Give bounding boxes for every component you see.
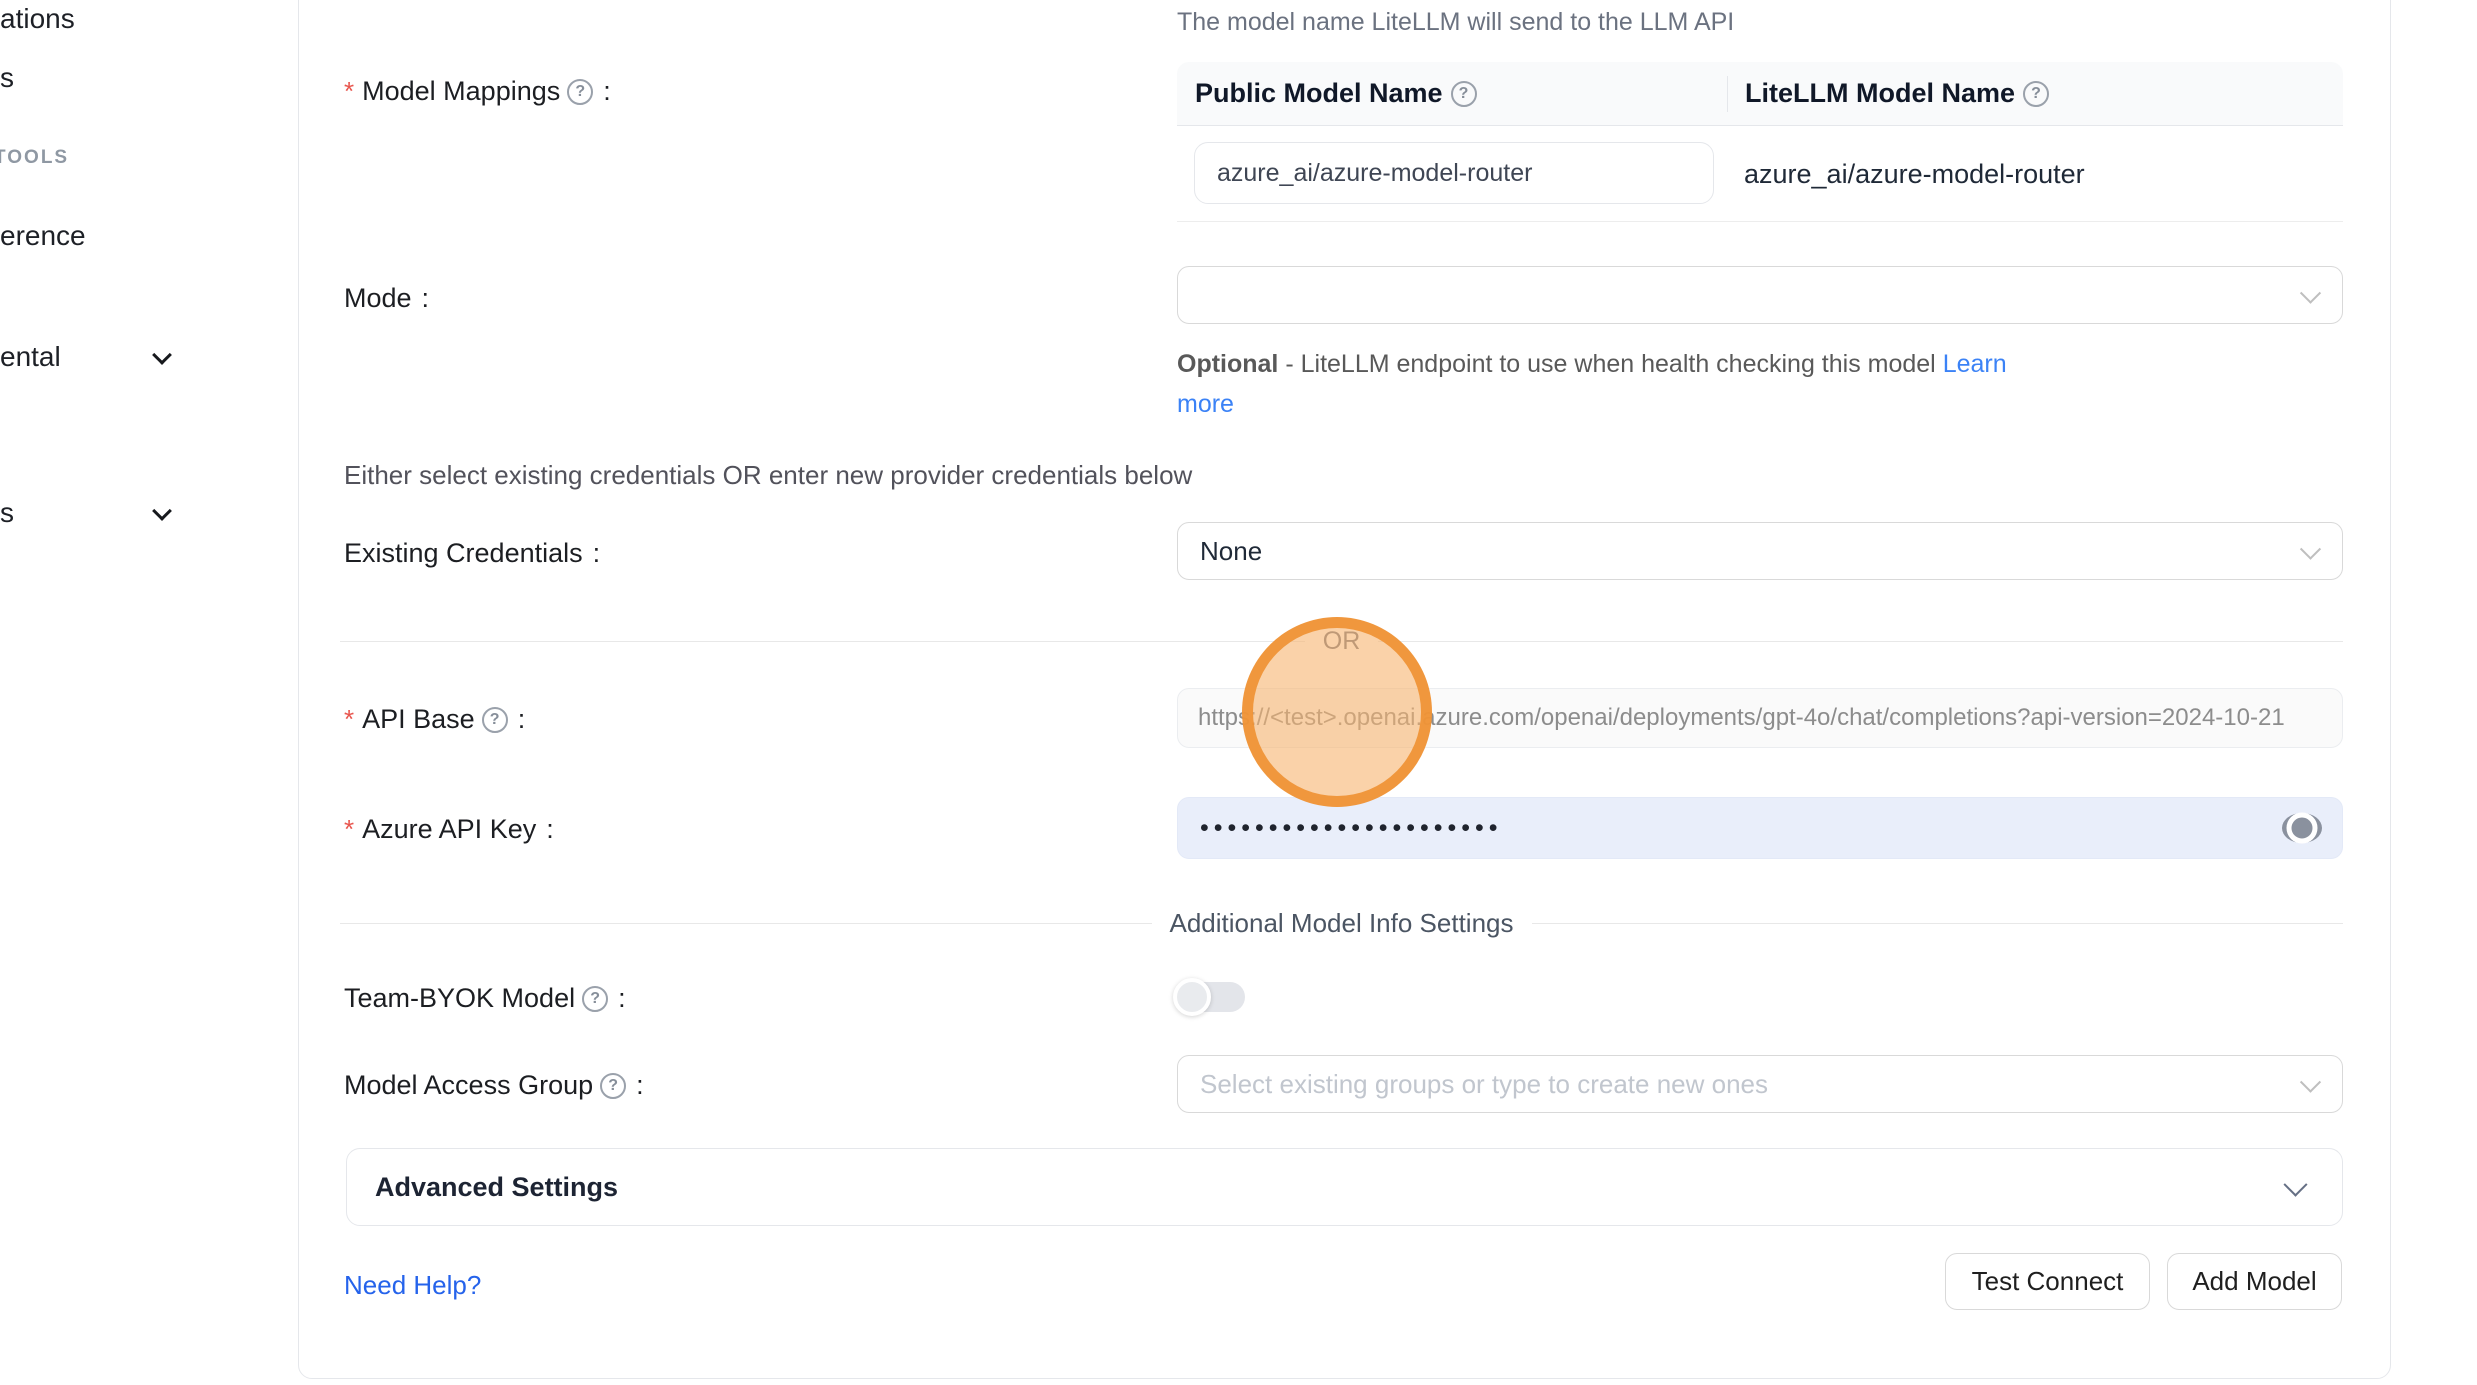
chevron-down-icon (2300, 283, 2321, 304)
divider-line (1532, 923, 2344, 924)
table-header-row: Public Model Name ? LiteLLM Model Name ? (1177, 62, 2343, 126)
help-circle-icon[interactable]: ? (2023, 81, 2049, 107)
toggle-knob (1173, 978, 1211, 1016)
api-base-input[interactable]: https://<test>.openai.azure.com/openai/d… (1177, 688, 2343, 748)
model-mappings-table: Public Model Name ? LiteLLM Model Name ?… (1177, 62, 2343, 222)
test-connect-button[interactable]: Test Connect (1945, 1253, 2150, 1310)
sidebar-item-truncated-erence[interactable]: erence (0, 220, 86, 252)
help-circle-icon[interactable]: ? (567, 79, 593, 105)
header-divider (1727, 76, 1728, 112)
advanced-settings-title: Advanced Settings (375, 1172, 2287, 1203)
required-asterisk: * (344, 704, 354, 735)
chevron-down-icon (2300, 1072, 2321, 1093)
divider-line (1378, 641, 2343, 642)
help-circle-icon[interactable]: ? (482, 707, 508, 733)
sidebar-item-truncated-ations[interactable]: ations (0, 3, 75, 35)
public-model-name-input[interactable] (1194, 142, 1714, 204)
divider-line (340, 923, 1152, 924)
litellm-model-name-value: azure_ai/azure-model-router (1744, 126, 2085, 222)
or-divider-text: OR (1305, 627, 1379, 656)
model-mappings-label: * Model Mappings ? : (344, 76, 611, 107)
existing-credentials-value: None (1200, 536, 1262, 567)
table-row: azure_ai/azure-model-router (1177, 126, 2343, 222)
chevron-down-icon (2300, 539, 2321, 560)
advanced-settings-panel[interactable]: Advanced Settings (346, 1148, 2343, 1226)
existing-credentials-label: Existing Credentials: (344, 538, 600, 569)
model-access-group-select[interactable]: Select existing groups or type to create… (1177, 1055, 2343, 1113)
mode-helper-text: Optional - LiteLLM endpoint to use when … (1177, 344, 2047, 424)
help-circle-icon[interactable]: ? (600, 1073, 626, 1099)
or-divider: OR (340, 627, 2343, 656)
sidebar-item-truncated-ental[interactable]: ental (0, 341, 61, 373)
required-asterisk: * (344, 76, 354, 107)
team-byok-toggle[interactable] (1177, 982, 1245, 1012)
azure-api-key-input[interactable]: •••••••••••••••••••••• (1177, 797, 2343, 859)
azure-api-key-label: * Azure API Key : (344, 814, 554, 845)
column-header-public-model-name: Public Model Name ? (1177, 62, 1727, 125)
masked-key-value: •••••••••••••••••••••• (1200, 814, 1503, 843)
model-access-group-label: Model Access Group ? : (344, 1070, 644, 1101)
eye-icon[interactable] (2282, 813, 2322, 843)
need-help-link[interactable]: Need Help? (344, 1270, 481, 1301)
select-placeholder: Select existing groups or type to create… (1200, 1069, 1768, 1100)
sidebar: ations s TOOLS erence ental s (0, 0, 298, 1385)
chevron-down-icon (2283, 1172, 2307, 1196)
team-byok-label: Team-BYOK Model ? : (344, 983, 626, 1014)
column-header-litellm-model-name: LiteLLM Model Name ? (1727, 62, 2343, 125)
chevron-down-icon (153, 503, 170, 520)
sidebar-item-truncated-s2[interactable]: s (0, 497, 14, 529)
required-asterisk: * (344, 814, 354, 845)
model-name-helper-text: The model name LiteLLM will send to the … (1177, 8, 1734, 37)
mode-label: Mode: (344, 283, 429, 314)
add-model-button[interactable]: Add Model (2167, 1253, 2342, 1310)
help-circle-icon[interactable]: ? (582, 986, 608, 1012)
credentials-note: Either select existing credentials OR en… (344, 460, 1192, 491)
sidebar-item-truncated-s[interactable]: s (0, 62, 14, 94)
existing-credentials-select[interactable]: None (1177, 522, 2343, 580)
help-circle-icon[interactable]: ? (1451, 81, 1477, 107)
api-base-label: * API Base ? : (344, 704, 525, 735)
additional-info-divider: Additional Model Info Settings (340, 908, 2343, 939)
chevron-down-icon (153, 347, 170, 364)
add-model-page: ations s TOOLS erence ental s The model … (0, 0, 2477, 1385)
mode-select[interactable] (1177, 266, 2343, 324)
additional-info-divider-text: Additional Model Info Settings (1152, 908, 1532, 939)
divider-line (340, 641, 1305, 642)
sidebar-section-tools: TOOLS (0, 147, 69, 169)
